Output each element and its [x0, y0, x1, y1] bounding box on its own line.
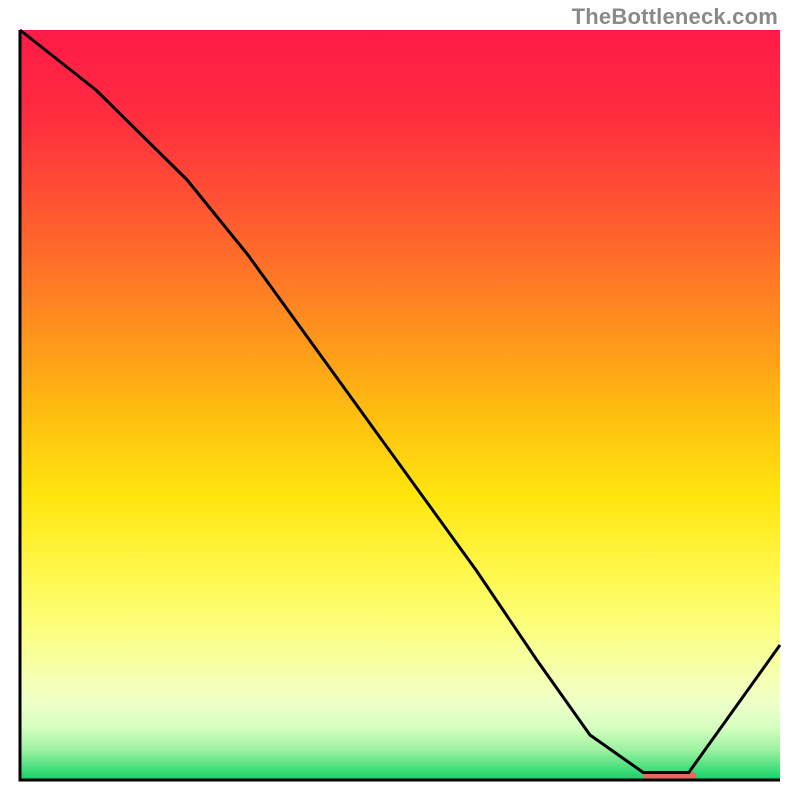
bottleneck-chart: [0, 0, 800, 800]
watermark-text: TheBottleneck.com: [572, 4, 778, 30]
plot-background: [20, 30, 780, 780]
